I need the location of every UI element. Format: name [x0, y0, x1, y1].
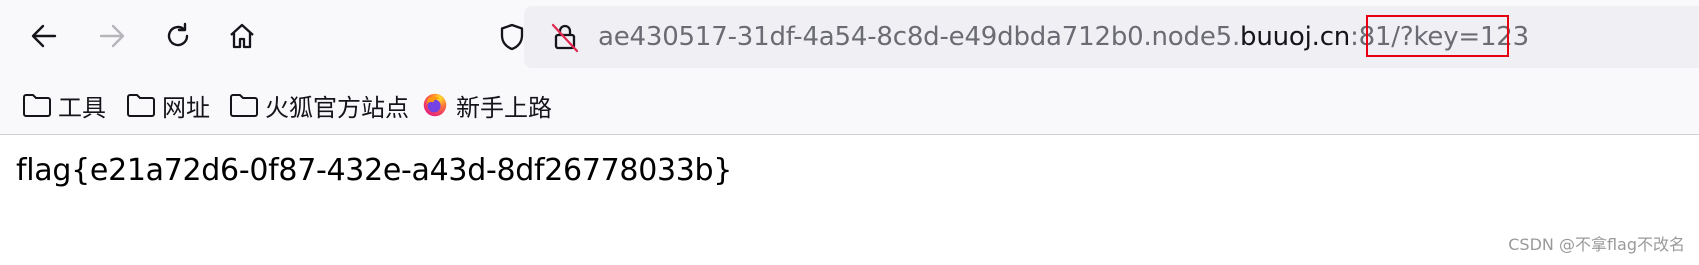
shield-button[interactable]	[494, 19, 530, 55]
back-button[interactable]	[24, 14, 64, 58]
folder-icon	[127, 94, 155, 117]
home-button[interactable]	[222, 14, 262, 58]
insecure-lock-icon	[551, 23, 579, 53]
annotation-highlight-box	[1366, 15, 1509, 57]
bookmark-folder-firefox-official[interactable]: 火狐官方站点	[229, 88, 409, 122]
folder-icon	[23, 94, 51, 117]
flag-text: flag{e21a72d6-0f87-432e-a43d-8df26778033…	[16, 153, 733, 188]
folder-icon	[230, 94, 258, 117]
arrow-left-icon	[31, 24, 57, 48]
bookmark-folder-urls[interactable]: 网址	[126, 88, 210, 122]
navigation-toolbar: ae430517-31df-4a54-8c8d-e49dbda712b0.nod…	[0, 0, 1699, 74]
page-content: flag{e21a72d6-0f87-432e-a43d-8df26778033…	[0, 135, 1699, 265]
home-icon	[230, 23, 254, 49]
watermark: CSDN @不拿flag不改名	[1508, 235, 1685, 254]
url-prefix: ae430517-31df-4a54-8c8d-e49dbda712b0.nod…	[598, 22, 1241, 52]
url-host: buuoj.cn	[1240, 22, 1351, 52]
bookmarks-toolbar: 工具 网址 火狐官方站点 新手上路	[0, 74, 1699, 135]
arrow-right-icon	[99, 24, 125, 48]
bookmark-label: 工具	[58, 93, 106, 122]
forward-button[interactable]	[92, 14, 132, 58]
bookmark-folder-tools[interactable]: 工具	[22, 88, 106, 122]
bookmark-label: 新手上路	[456, 93, 552, 122]
shield-icon	[500, 23, 524, 51]
bookmark-label: 火狐官方站点	[265, 93, 409, 122]
site-security-button[interactable]	[547, 19, 583, 55]
reload-icon	[167, 22, 189, 47]
bookmark-getting-started[interactable]: 新手上路	[420, 88, 552, 122]
bookmark-label: 网址	[162, 93, 210, 122]
reload-button[interactable]	[158, 14, 198, 58]
firefox-icon	[423, 93, 447, 117]
